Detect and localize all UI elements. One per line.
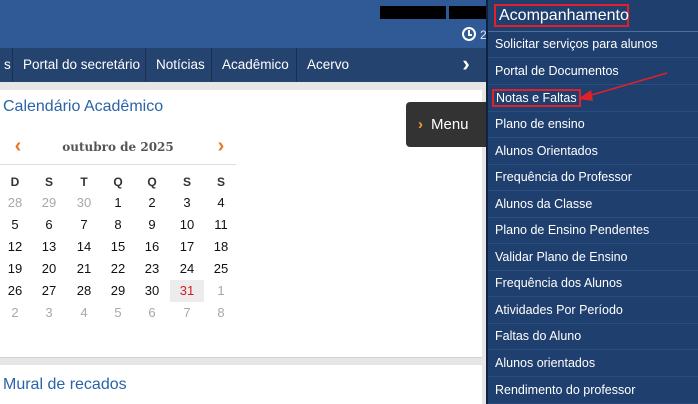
calendar-day[interactable]: 7 bbox=[67, 214, 101, 236]
dropdown-item-frequencia-professor[interactable]: Frequência do Professor bbox=[488, 164, 698, 191]
calendar-month-label: outubro de 2025 bbox=[62, 140, 174, 154]
calendar-day[interactable]: 13 bbox=[32, 236, 66, 258]
calendar-day[interactable]: 5 bbox=[101, 302, 135, 324]
calendar-day[interactable]: 30 bbox=[67, 192, 101, 214]
calendar-day[interactable]: 31 bbox=[170, 280, 204, 302]
nav-item-noticias[interactable]: Notícias bbox=[145, 48, 215, 82]
calendar-day[interactable]: 7 bbox=[170, 302, 204, 324]
calendar-day[interactable]: 25 bbox=[204, 258, 238, 280]
dropdown-item-rendimento-professor[interactable]: Rendimento do professor bbox=[488, 377, 698, 404]
calendar-day[interactable]: 2 bbox=[135, 192, 169, 214]
calendar-day[interactable]: 29 bbox=[101, 280, 135, 302]
calendar-day[interactable]: 8 bbox=[204, 302, 238, 324]
divider bbox=[0, 164, 236, 165]
calendar-day[interactable]: 14 bbox=[67, 236, 101, 258]
main-nav: s Portal do secretário Notícias Acadêmic… bbox=[0, 48, 488, 82]
weekday-header: S bbox=[182, 175, 191, 189]
calendar-day[interactable]: 3 bbox=[32, 302, 66, 324]
dropdown-item-alunos-classe[interactable]: Alunos da Classe bbox=[488, 191, 698, 218]
menu-button-label: Menu bbox=[431, 116, 469, 133]
dropdown-item-faltas-aluno[interactable]: Faltas do Aluno bbox=[488, 323, 698, 350]
calendar-day[interactable]: 30 bbox=[135, 280, 169, 302]
calendar-day[interactable]: 21 bbox=[67, 258, 101, 280]
calendar-day[interactable]: 2 bbox=[0, 302, 32, 324]
calendar-day[interactable]: 4 bbox=[67, 302, 101, 324]
calendar-day[interactable]: 28 bbox=[0, 192, 32, 214]
calendar-day[interactable]: 1 bbox=[101, 192, 135, 214]
chevron-right-icon: › bbox=[418, 116, 423, 133]
calendar-day[interactable]: 6 bbox=[135, 302, 169, 324]
weekday-header: S bbox=[44, 175, 53, 189]
menu-button[interactable]: › Menu bbox=[406, 102, 488, 147]
nav-scroll-right-icon[interactable]: › bbox=[454, 52, 478, 78]
dropdown-item-frequencia-alunos[interactable]: Frequência dos Alunos bbox=[488, 270, 698, 297]
calendar-day[interactable]: 1 bbox=[204, 280, 238, 302]
redacted-block bbox=[380, 6, 446, 19]
calendar-day[interactable]: 9 bbox=[135, 214, 169, 236]
dropdown-item-alunos-orientados-2[interactable]: Alunos orientados bbox=[488, 350, 698, 377]
calendar-day[interactable]: 29 bbox=[32, 192, 66, 214]
calendar-day[interactable]: 12 bbox=[0, 236, 32, 258]
dropdown-item-alunos-orientados[interactable]: Alunos Orientados bbox=[488, 138, 698, 165]
calendar-day[interactable]: 4 bbox=[204, 192, 238, 214]
dropdown-item-validar-plano[interactable]: Validar Plano de Ensino bbox=[488, 244, 698, 271]
nav-item-acervo[interactable]: Acervo bbox=[296, 48, 359, 82]
calendar-heading: Calendário Acadêmico bbox=[3, 98, 164, 115]
calendar-day[interactable]: 8 bbox=[101, 214, 135, 236]
calendar-day[interactable]: 20 bbox=[32, 258, 66, 280]
calendar-day[interactable]: 18 bbox=[204, 236, 238, 258]
calendar-day[interactable]: 28 bbox=[67, 280, 101, 302]
redacted-block bbox=[449, 6, 489, 19]
calendar-day[interactable]: 22 bbox=[101, 258, 135, 280]
weekday-header: Q bbox=[113, 175, 123, 189]
weekday-header: S bbox=[216, 175, 225, 189]
weekday-header: Q bbox=[147, 175, 157, 189]
dropdown-item-plano-pendentes[interactable]: Plano de Ensino Pendentes bbox=[488, 217, 698, 244]
dropdown-item-notas-faltas[interactable]: Notas e Faltas bbox=[488, 85, 698, 112]
calendar-day[interactable]: 24 bbox=[170, 258, 204, 280]
calendar-day[interactable]: 23 bbox=[135, 258, 169, 280]
calendar-day[interactable]: 17 bbox=[170, 236, 204, 258]
nav-item-truncated[interactable]: s bbox=[0, 48, 12, 82]
calendar-day[interactable]: 16 bbox=[135, 236, 169, 258]
mural-heading: Mural de recados bbox=[3, 376, 127, 393]
dropdown-item-plano-ensino[interactable]: Plano de ensino bbox=[488, 111, 698, 138]
calendar-day[interactable]: 27 bbox=[32, 280, 66, 302]
dropdown-item-solicitar-servicos[interactable]: Solicitar serviços para alunos bbox=[488, 31, 698, 58]
acompanhamento-dropdown: Acompanhamento Solicitar serviços para a… bbox=[486, 0, 698, 404]
weekday-header: T bbox=[80, 175, 88, 189]
clock-icon bbox=[462, 27, 476, 41]
calendar-day[interactable]: 5 bbox=[0, 214, 32, 236]
dropdown-item-portal-documentos[interactable]: Portal de Documentos bbox=[488, 58, 698, 85]
dropdown-item-label: Notas e Faltas bbox=[492, 89, 581, 107]
weekday-header: D bbox=[10, 175, 20, 189]
calendar-day[interactable]: 15 bbox=[101, 236, 135, 258]
dropdown-item-atividades-periodo[interactable]: Atividades Por Período bbox=[488, 297, 698, 324]
calendar-day[interactable]: 6 bbox=[32, 214, 66, 236]
dropdown-title: Acompanhamento bbox=[494, 4, 629, 27]
calendar-day[interactable]: 10 bbox=[170, 214, 204, 236]
calendar-day[interactable]: 26 bbox=[0, 280, 32, 302]
mural-panel: Mural de recados bbox=[0, 365, 482, 404]
calendar-day[interactable]: 3 bbox=[170, 192, 204, 214]
nav-item-academico[interactable]: Acadêmico bbox=[211, 48, 299, 82]
calendar-day[interactable]: 11 bbox=[204, 214, 238, 236]
nav-item-portal-secretario[interactable]: Portal do secretário bbox=[12, 48, 150, 82]
calendar-day[interactable]: 19 bbox=[0, 258, 32, 280]
